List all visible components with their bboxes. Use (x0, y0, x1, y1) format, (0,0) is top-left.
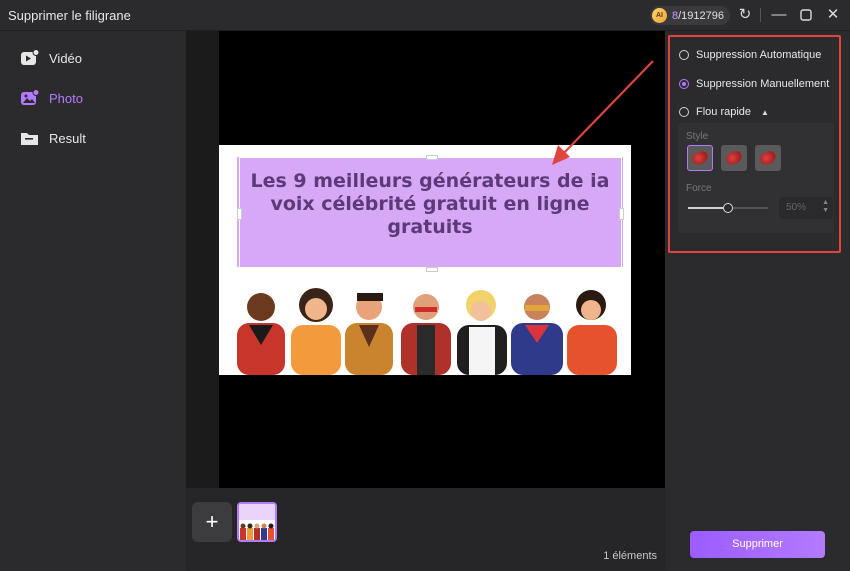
thumbnail-image (240, 523, 274, 540)
minimize-icon[interactable]: — (770, 6, 788, 24)
thumbnail-item[interactable] (237, 502, 277, 542)
blur-style-2[interactable] (721, 145, 747, 171)
annotation-arrow (552, 60, 654, 165)
blur-swatch-icon (724, 149, 744, 167)
window-title: Supprimer le filigrane (8, 8, 131, 23)
blur-style-1[interactable] (687, 145, 713, 171)
option-label: Suppression Manuellement (696, 78, 830, 90)
caret-up-icon[interactable]: ▲ (761, 108, 769, 117)
blur-style-3[interactable] (755, 145, 781, 171)
sidebar-item-label: Vidéo (49, 50, 83, 66)
resize-handle-bottom[interactable] (426, 267, 438, 272)
remove-button[interactable]: Supprimer (690, 531, 825, 558)
force-value-input[interactable]: 50% ▲ ▼ (779, 197, 833, 219)
option-label: Suppression Automatique (696, 49, 822, 61)
radio-icon[interactable] (679, 107, 689, 117)
force-slider[interactable] (688, 203, 768, 213)
resize-handle-top[interactable] (426, 155, 438, 160)
photo-icon (21, 89, 40, 105)
radio-icon[interactable] (679, 50, 689, 60)
option-quick-blur[interactable]: Flou rapide ▲ (679, 104, 769, 120)
credits-indicator[interactable]: AI 8/1912796 (650, 6, 731, 25)
preview-image[interactable]: Les 9 meilleurs générateurs de ia voix c… (219, 145, 631, 375)
ai-credit-icon: AI (652, 8, 667, 23)
force-slider-fill (688, 207, 728, 209)
refresh-icon[interactable]: ↻ (736, 6, 754, 24)
sidebar: Vidéo Photo Result (0, 31, 186, 571)
title-bar: Supprimer le filigrane AI 8/1912796 ↻ — … (0, 0, 850, 31)
watermark-selection-box[interactable] (237, 155, 624, 272)
blur-swatch-icon (758, 149, 778, 167)
radio-selected-icon[interactable] (679, 79, 689, 89)
maximize-icon[interactable] (797, 6, 815, 24)
thumbnail-banner (239, 504, 275, 520)
canvas-margin (186, 31, 219, 488)
sidebar-item-label: Result (49, 130, 86, 146)
stepper-icon[interactable]: ▲ ▼ (822, 199, 829, 215)
video-icon (21, 49, 40, 65)
add-file-button[interactable]: + (192, 502, 232, 542)
removal-options-box: Suppression Automatique Suppression Manu… (668, 35, 841, 253)
settings-panel: Suppression Automatique Suppression Manu… (665, 31, 850, 571)
option-auto-removal[interactable]: Suppression Automatique (679, 47, 821, 63)
item-count: 1 éléments (603, 550, 657, 562)
close-icon[interactable]: ✕ (824, 6, 842, 24)
style-label: Style (686, 131, 709, 142)
sidebar-item-result[interactable]: Result (20, 127, 86, 149)
sidebar-item-video[interactable]: Vidéo (20, 47, 82, 69)
illustration-people (237, 288, 617, 375)
force-value: 50% (786, 202, 807, 213)
thumbnail-strip: + 1 éléments (186, 488, 665, 571)
force-slider-handle[interactable] (723, 203, 733, 213)
blur-swatch-icon (690, 149, 710, 167)
resize-handle-left[interactable] (237, 208, 242, 220)
force-label: Force (686, 183, 712, 194)
sidebar-item-label: Photo (49, 90, 83, 106)
credits-text: 8/1912796 (672, 9, 725, 22)
option-label: Flou rapide (696, 106, 752, 118)
option-manual-removal[interactable]: Suppression Manuellement (679, 76, 829, 92)
resize-handle-right[interactable] (619, 208, 624, 220)
titlebar-divider (760, 8, 761, 22)
sidebar-item-photo[interactable]: Photo (20, 87, 83, 109)
blur-settings: Style Force 50% ▲ ▼ (678, 123, 834, 233)
folder-icon (21, 133, 38, 145)
